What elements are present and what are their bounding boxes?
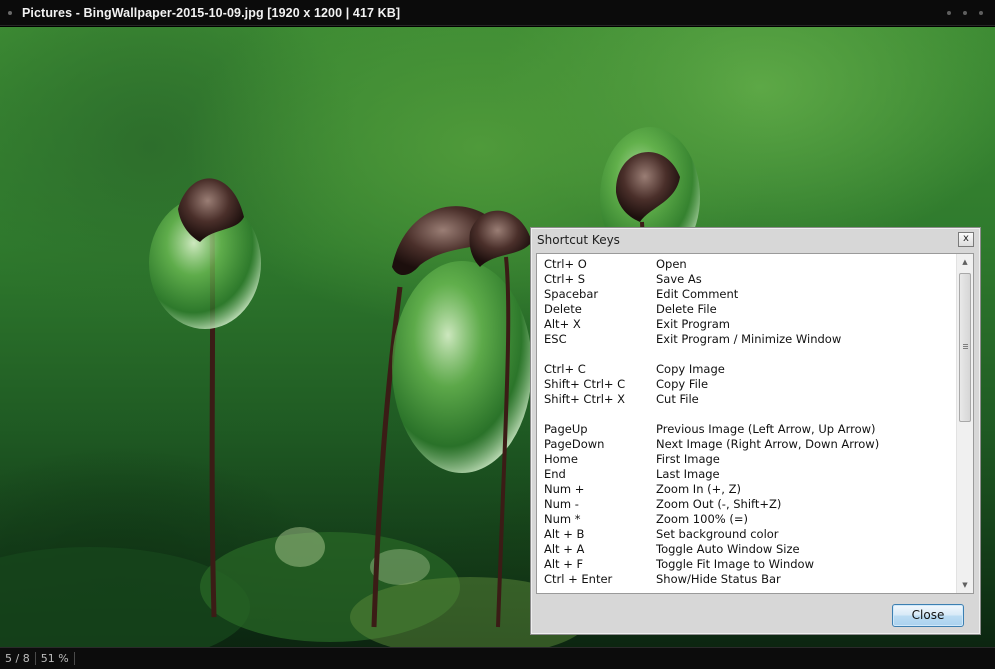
list-item[interactable]: PageDown Next Image (Right Arrow, Down Ar… [544,437,954,452]
shortcut-action: Last Image [656,467,720,481]
list-item[interactable]: Num - Zoom Out (-, Shift+Z) [544,497,954,512]
shortcut-action: Open [656,257,687,271]
shortcut-action: Copy File [656,377,709,391]
shortcut-action: Zoom Out (-, Shift+Z) [656,497,782,511]
shortcut-action: Cut File [656,392,699,406]
shortcut-key: Ctrl + Enter [544,572,613,586]
shortcut-action: Previous Image (Left Arrow, Up Arrow) [656,422,876,436]
shortcut-keys-dialog: Shortcut Keys x Ctrl+ O Open Ctrl+ S Save A… [530,227,981,635]
scroll-down-arrow-icon[interactable]: ▼ [957,577,973,593]
list-item[interactable]: ESC Exit Program / Minimize Window [544,332,954,347]
shortcut-key: Num + [544,482,585,496]
zoom-level: 51 % [40,651,69,665]
shortcut-key: Ctrl+ S [544,272,586,286]
list-item[interactable]: Ctrl + Enter Show/Hide Status Bar [544,572,954,587]
shortcut-key: Alt + A [544,542,585,556]
shortcut-key: ESC [544,332,567,346]
close-icon[interactable] [979,11,983,15]
shortcut-key: Alt + B [544,527,585,541]
image-position: 5 / 8 [5,651,30,665]
shortcut-key: Shift+ Ctrl+ C [544,377,626,391]
list-item[interactable]: Num + Zoom In (+, Z) [544,482,954,497]
list-item[interactable] [544,347,954,362]
shortcut-action: Next Image (Right Arrow, Down Arrow) [656,437,880,451]
dialog-title: Shortcut Keys [537,233,620,247]
status-bar: 5 / 8 51 % [0,647,995,669]
window-controls [947,11,983,15]
shortcut-key: Delete [544,302,582,316]
shortcut-action: Set background color [656,527,779,541]
shortcut-action [656,407,954,422]
shortcut-action: Toggle Auto Window Size [656,542,800,556]
list-item[interactable]: Alt + B Set background color [544,527,954,542]
maximize-icon[interactable] [963,11,967,15]
window-title: Pictures - BingWallpaper-2015-10-09.jpg … [22,5,401,20]
vertical-scrollbar[interactable]: ▲ ▼ [956,254,973,593]
shortcut-key [544,407,656,422]
list-item[interactable]: Alt+ X Exit Program [544,317,954,332]
shortcut-action: Zoom In (+, Z) [656,482,741,496]
shortcut-key: Spacebar [544,287,599,301]
shortcut-action: Toggle Fit Image to Window [656,557,814,571]
shortcut-action: Copy Image [656,362,725,376]
shortcut-key: End [544,467,566,481]
shortcut-key: Ctrl+ C [544,362,586,376]
dialog-title-bar[interactable]: Shortcut Keys [531,228,980,252]
dialog-close-x-button[interactable]: x [958,232,974,247]
grip-icon [963,344,968,350]
shortcut-key: Shift+ Ctrl+ X [544,392,626,406]
list-item[interactable]: Home First Image [544,452,954,467]
status-divider [73,652,75,665]
shortcut-action: Delete File [656,302,717,316]
shortcut-list[interactable]: Ctrl+ O Open Ctrl+ S Save As Spacebar Edit Co… [536,253,974,594]
list-item[interactable]: Delete Delete File [544,302,954,317]
list-item[interactable]: Alt + F Toggle Fit Image to Window [544,557,954,572]
close-button[interactable]: Close [892,604,964,627]
list-item[interactable]: Shift+ Ctrl+ C Copy File [544,377,954,392]
scroll-up-arrow-icon[interactable]: ▲ [957,254,973,270]
shortcut-key: Ctrl+ O [544,257,587,271]
shortcut-action: Zoom 100% (=) [656,512,748,526]
shortcut-key: PageDown [544,437,605,451]
shortcut-action: Exit Program [656,317,730,331]
list-item[interactable]: Num * Zoom 100% (=) [544,512,954,527]
shortcut-key: Alt+ X [544,317,581,331]
shortcut-action [656,347,954,362]
shortcut-key: Alt + F [544,557,584,571]
list-item[interactable]: Ctrl+ C Copy Image [544,362,954,377]
shortcut-key: Home [544,452,578,466]
shortcut-key: Num * [544,512,581,526]
shortcut-key: PageUp [544,422,588,436]
system-menu-icon[interactable] [8,10,12,15]
list-item[interactable]: Spacebar Edit Comment [544,287,954,302]
list-item[interactable]: Shift+ Ctrl+ X Cut File [544,392,954,407]
list-item[interactable]: Alt + A Toggle Auto Window Size [544,542,954,557]
shortcut-key: Num - [544,497,579,511]
list-item[interactable]: PageUp Previous Image (Left Arrow, Up Arr… [544,422,954,437]
shortcut-action: Exit Program / Minimize Window [656,332,842,346]
minimize-icon[interactable] [947,11,951,15]
list-item[interactable]: End Last Image [544,467,954,482]
shortcut-key [544,347,656,362]
shortcut-action: Save As [656,272,702,286]
title-bar[interactable]: Pictures - BingWallpaper-2015-10-09.jpg … [0,0,995,26]
shortcut-action: First Image [656,452,720,466]
shortcut-action: Edit Comment [656,287,739,301]
list-item[interactable]: Ctrl+ S Save As [544,272,954,287]
scroll-thumb[interactable] [959,273,971,422]
list-item[interactable] [544,407,954,422]
shortcut-action: Show/Hide Status Bar [656,572,781,586]
list-item[interactable]: Ctrl+ O Open [544,257,954,272]
shortcut-rows: Ctrl+ O Open Ctrl+ S Save As Spacebar Edit Co… [544,257,954,587]
